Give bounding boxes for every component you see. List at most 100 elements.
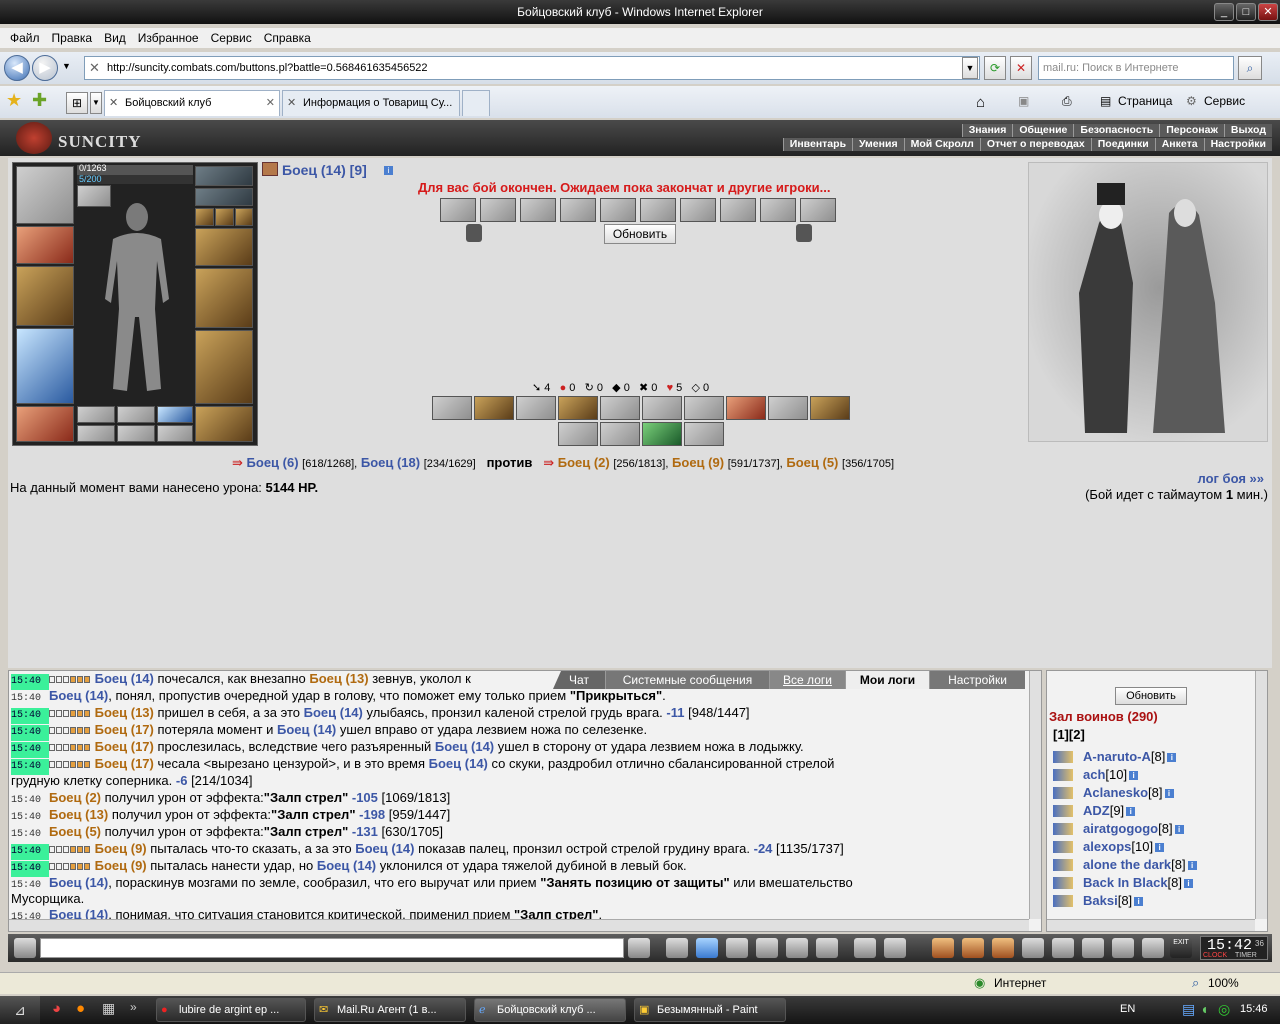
log-vertical-scrollbar[interactable] (1029, 671, 1041, 919)
align-icon[interactable] (1053, 841, 1073, 853)
battle-scroll-slot[interactable] (520, 198, 556, 222)
room-user-name[interactable]: alone the dark (1083, 857, 1171, 872)
user-info-icon[interactable]: i (1187, 861, 1197, 871)
leggings-slot[interactable] (195, 330, 253, 404)
log-fighter-name[interactable]: Боец (14) (304, 705, 363, 720)
log-fighter-name[interactable]: Боец (17) (95, 756, 154, 771)
nav-transfers-report[interactable]: Отчет о переводах (979, 138, 1091, 151)
search-input[interactable]: mail.ru: Поиск в Интернете (1038, 56, 1234, 80)
log-fighter-name[interactable]: Боец (14) (49, 688, 108, 703)
log-fighter-name[interactable]: Боец (14) (277, 722, 336, 737)
log-fighter-name[interactable]: Боец (13) (49, 807, 108, 822)
belt-slot[interactable] (16, 406, 74, 442)
tab-my-logs[interactable]: Мои логи (845, 671, 929, 689)
agent-tray-icon[interactable]: ◎ (1218, 1001, 1230, 1018)
room-user[interactable]: Aclanesko[8] i (1083, 785, 1174, 800)
room-horizontal-scrollbar[interactable] (1047, 919, 1255, 931)
page-menu[interactable]: Страница (1118, 94, 1172, 108)
tools-menu[interactable]: Сервис (1204, 94, 1245, 108)
team1-fighter-2[interactable]: Боец (18) (361, 455, 420, 470)
battle-scroll-slot[interactable] (440, 198, 476, 222)
action-2-icon[interactable] (962, 938, 984, 958)
taskbar-item-fight-club[interactable]: ℯ Бойцовский клуб ... (474, 998, 626, 1022)
action-5-icon[interactable] (1052, 938, 1074, 958)
room-user[interactable]: ADZ[9] i (1083, 803, 1136, 818)
skill-button[interactable] (642, 422, 682, 446)
log-fighter-name[interactable]: Боец (14) (435, 739, 494, 754)
room-user[interactable]: ach[10] i (1083, 767, 1139, 782)
network-tray-icon[interactable]: ▤ (1182, 1001, 1195, 1018)
nav-social[interactable]: Общение (1012, 124, 1074, 137)
nav-profile[interactable]: Анкета (1154, 138, 1204, 151)
team1-fighter-1[interactable]: Боец (6) (247, 455, 299, 470)
back-icon[interactable]: ◀ (4, 55, 30, 81)
room-user[interactable]: alone the dark[8] i (1083, 857, 1197, 872)
nav-settings[interactable]: Настройки (1203, 138, 1272, 151)
skill-button[interactable] (726, 396, 766, 420)
nav-security[interactable]: Безопасность (1073, 124, 1160, 137)
room-user-name[interactable]: ADZ (1083, 803, 1110, 818)
battle-scroll-slot[interactable] (800, 198, 836, 222)
language-indicator[interactable]: EN (1120, 1003, 1135, 1015)
show-more-icon[interactable]: » (130, 1000, 137, 1014)
helmet-slot[interactable] (16, 166, 74, 224)
calendar-icon[interactable]: ▦ (102, 1000, 115, 1017)
skill-button[interactable] (474, 396, 514, 420)
tab-list-icon[interactable]: ▼ (90, 92, 102, 114)
log-fighter-name[interactable]: Боец (14) (429, 756, 488, 771)
battle-scroll-slot[interactable] (640, 198, 676, 222)
log-fighter-name[interactable]: Боец (14) (317, 858, 376, 873)
action-6-icon[interactable] (1082, 938, 1104, 958)
taskbar-item-paint[interactable]: ▣ Безымянный - Paint (634, 998, 786, 1022)
tab-fight-club[interactable]: ✕ Бойцовский клуб ✕ (104, 90, 280, 116)
skill-button[interactable] (600, 396, 640, 420)
earrings-slot[interactable] (195, 188, 253, 206)
action-8-icon[interactable] (1142, 938, 1164, 958)
private-icon[interactable] (786, 938, 808, 958)
taskbar-item-opera[interactable]: ● lubire de argint ep ... (156, 998, 306, 1022)
nav-my-scroll[interactable]: Мой Скролл (903, 138, 980, 151)
ring3-slot[interactable] (235, 208, 253, 226)
ring1-slot[interactable] (195, 208, 214, 226)
tab-system-messages[interactable]: Системные сообщения (605, 671, 769, 689)
rune1-slot[interactable] (77, 406, 115, 423)
address-dropdown-icon[interactable]: ▼ (962, 57, 978, 79)
skill-button[interactable] (642, 396, 682, 420)
menu-tools[interactable]: Сервис (205, 28, 258, 48)
room-user-name[interactable]: airatgogogo (1083, 821, 1158, 836)
favorites-star-icon[interactable]: ★ (6, 90, 22, 111)
start-button[interactable]: ⊿ (0, 996, 40, 1024)
room-user[interactable]: alexops[10] i (1083, 839, 1165, 854)
filter-icon[interactable] (696, 938, 718, 958)
new-tab-button[interactable] (462, 90, 490, 116)
armor-slot[interactable] (195, 268, 253, 328)
cloak-slot[interactable] (16, 328, 74, 404)
action-3-icon[interactable] (992, 938, 1014, 958)
menu-help[interactable]: Справка (258, 28, 317, 48)
battle-scroll-slot[interactable] (720, 198, 756, 222)
align-icon[interactable] (1053, 823, 1073, 835)
tab-comrade-info[interactable]: ✕ Информация о Товарищ Су... (282, 90, 460, 116)
menu-view[interactable]: Вид (98, 28, 132, 48)
refresh-icon[interactable]: ⟳ (984, 56, 1006, 80)
team2-fighter-3[interactable]: Боец (5) (786, 455, 838, 470)
user-info-icon[interactable]: i (1134, 897, 1144, 907)
nav-exit[interactable]: Выход (1223, 124, 1272, 137)
user-info-icon[interactable]: i (1167, 753, 1177, 763)
battle-refresh-button[interactable]: Обновить (604, 224, 676, 244)
sound-tray-icon[interactable]: ◖ (1200, 1001, 1208, 1017)
log-fighter-name[interactable]: Боец (14) (95, 671, 154, 686)
smiles-icon[interactable] (854, 938, 876, 958)
clear-icon[interactable] (666, 938, 688, 958)
room-user-name[interactable]: Aclanesko (1083, 785, 1148, 800)
align-icon[interactable] (1053, 751, 1073, 763)
firefox-icon[interactable]: ● (76, 1000, 85, 1017)
log-fighter-name[interactable]: Боец (14) (355, 841, 414, 856)
action-4-icon[interactable] (1022, 938, 1044, 958)
user-info-icon[interactable]: i (1129, 771, 1139, 781)
taskbar-item-mailru-agent[interactable]: ✉ Mail.Ru Агент (1 в... (314, 998, 466, 1022)
boots-slot[interactable] (195, 406, 253, 442)
room-pages[interactable]: [1][2] (1053, 727, 1085, 742)
log-fighter-name[interactable]: Боец (9) (95, 841, 147, 856)
translit-icon[interactable] (884, 938, 906, 958)
